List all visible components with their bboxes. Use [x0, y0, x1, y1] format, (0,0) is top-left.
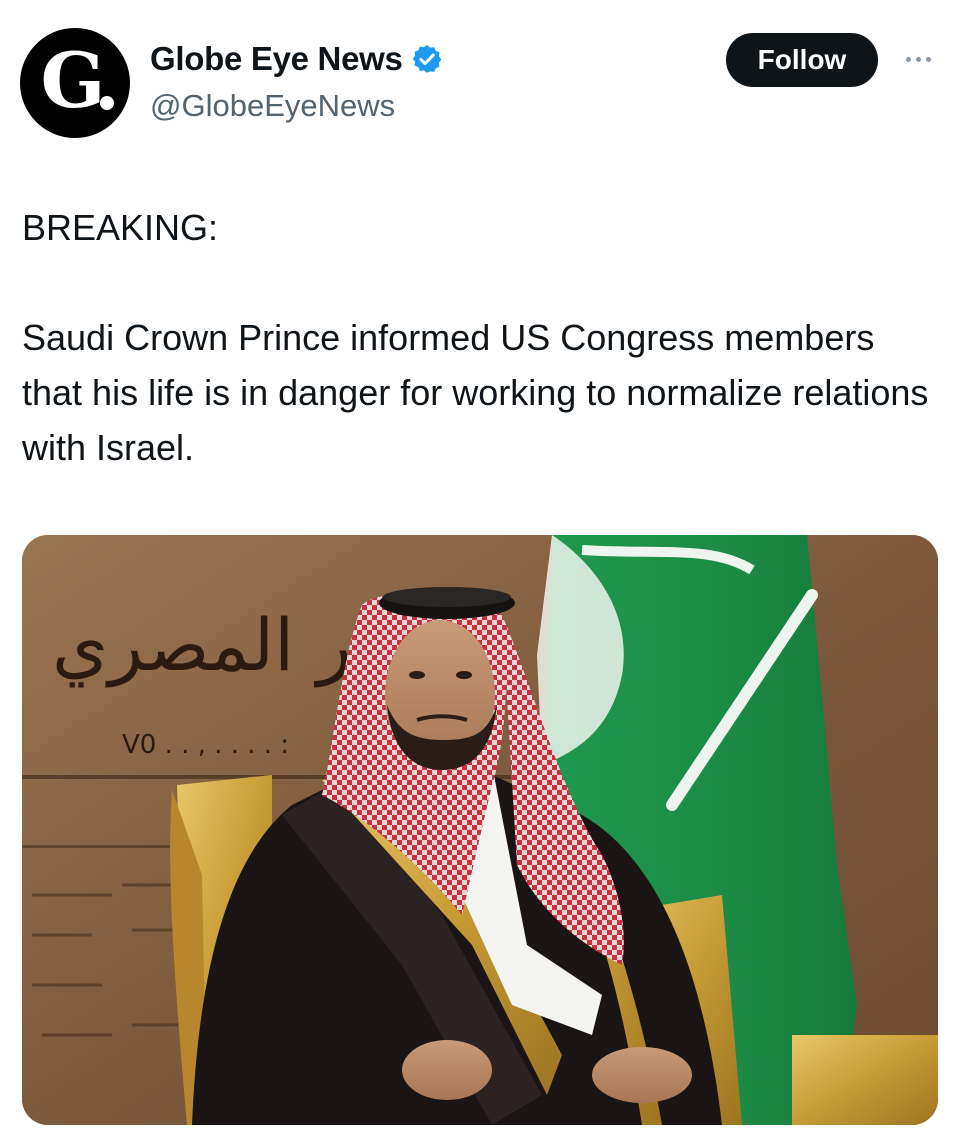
more-dot: [925, 56, 931, 62]
wall-number: V0 . . , . . . . :: [122, 730, 289, 760]
tweet-text-body: Saudi Crown Prince informed US Congress …: [22, 317, 929, 468]
tweet-header: G Globe Eye News @GlobeEyeNews Follow: [0, 0, 959, 150]
author-name-text: Globe Eye News: [150, 40, 403, 77]
author-display-name[interactable]: Globe Eye News: [150, 40, 443, 78]
avatar-logo-dot: [100, 96, 114, 110]
more-dot: [905, 56, 911, 62]
author-handle[interactable]: @GlobeEyeNews: [150, 88, 395, 124]
follow-button[interactable]: Follow: [726, 33, 878, 87]
tweet-text-breaking: BREAKING:: [22, 207, 219, 248]
avatar-logo-letter: G: [40, 36, 106, 125]
avatar[interactable]: G: [20, 28, 130, 138]
tweet-photo[interactable]: الدر المصري V0 . . , . . . . :: [22, 535, 938, 1125]
more-dot: [915, 56, 921, 62]
verified-badge-icon: [412, 45, 441, 73]
photo-illustration: الدر المصري V0 . . , . . . . :: [22, 535, 938, 1125]
more-options-icon[interactable]: [896, 44, 940, 74]
